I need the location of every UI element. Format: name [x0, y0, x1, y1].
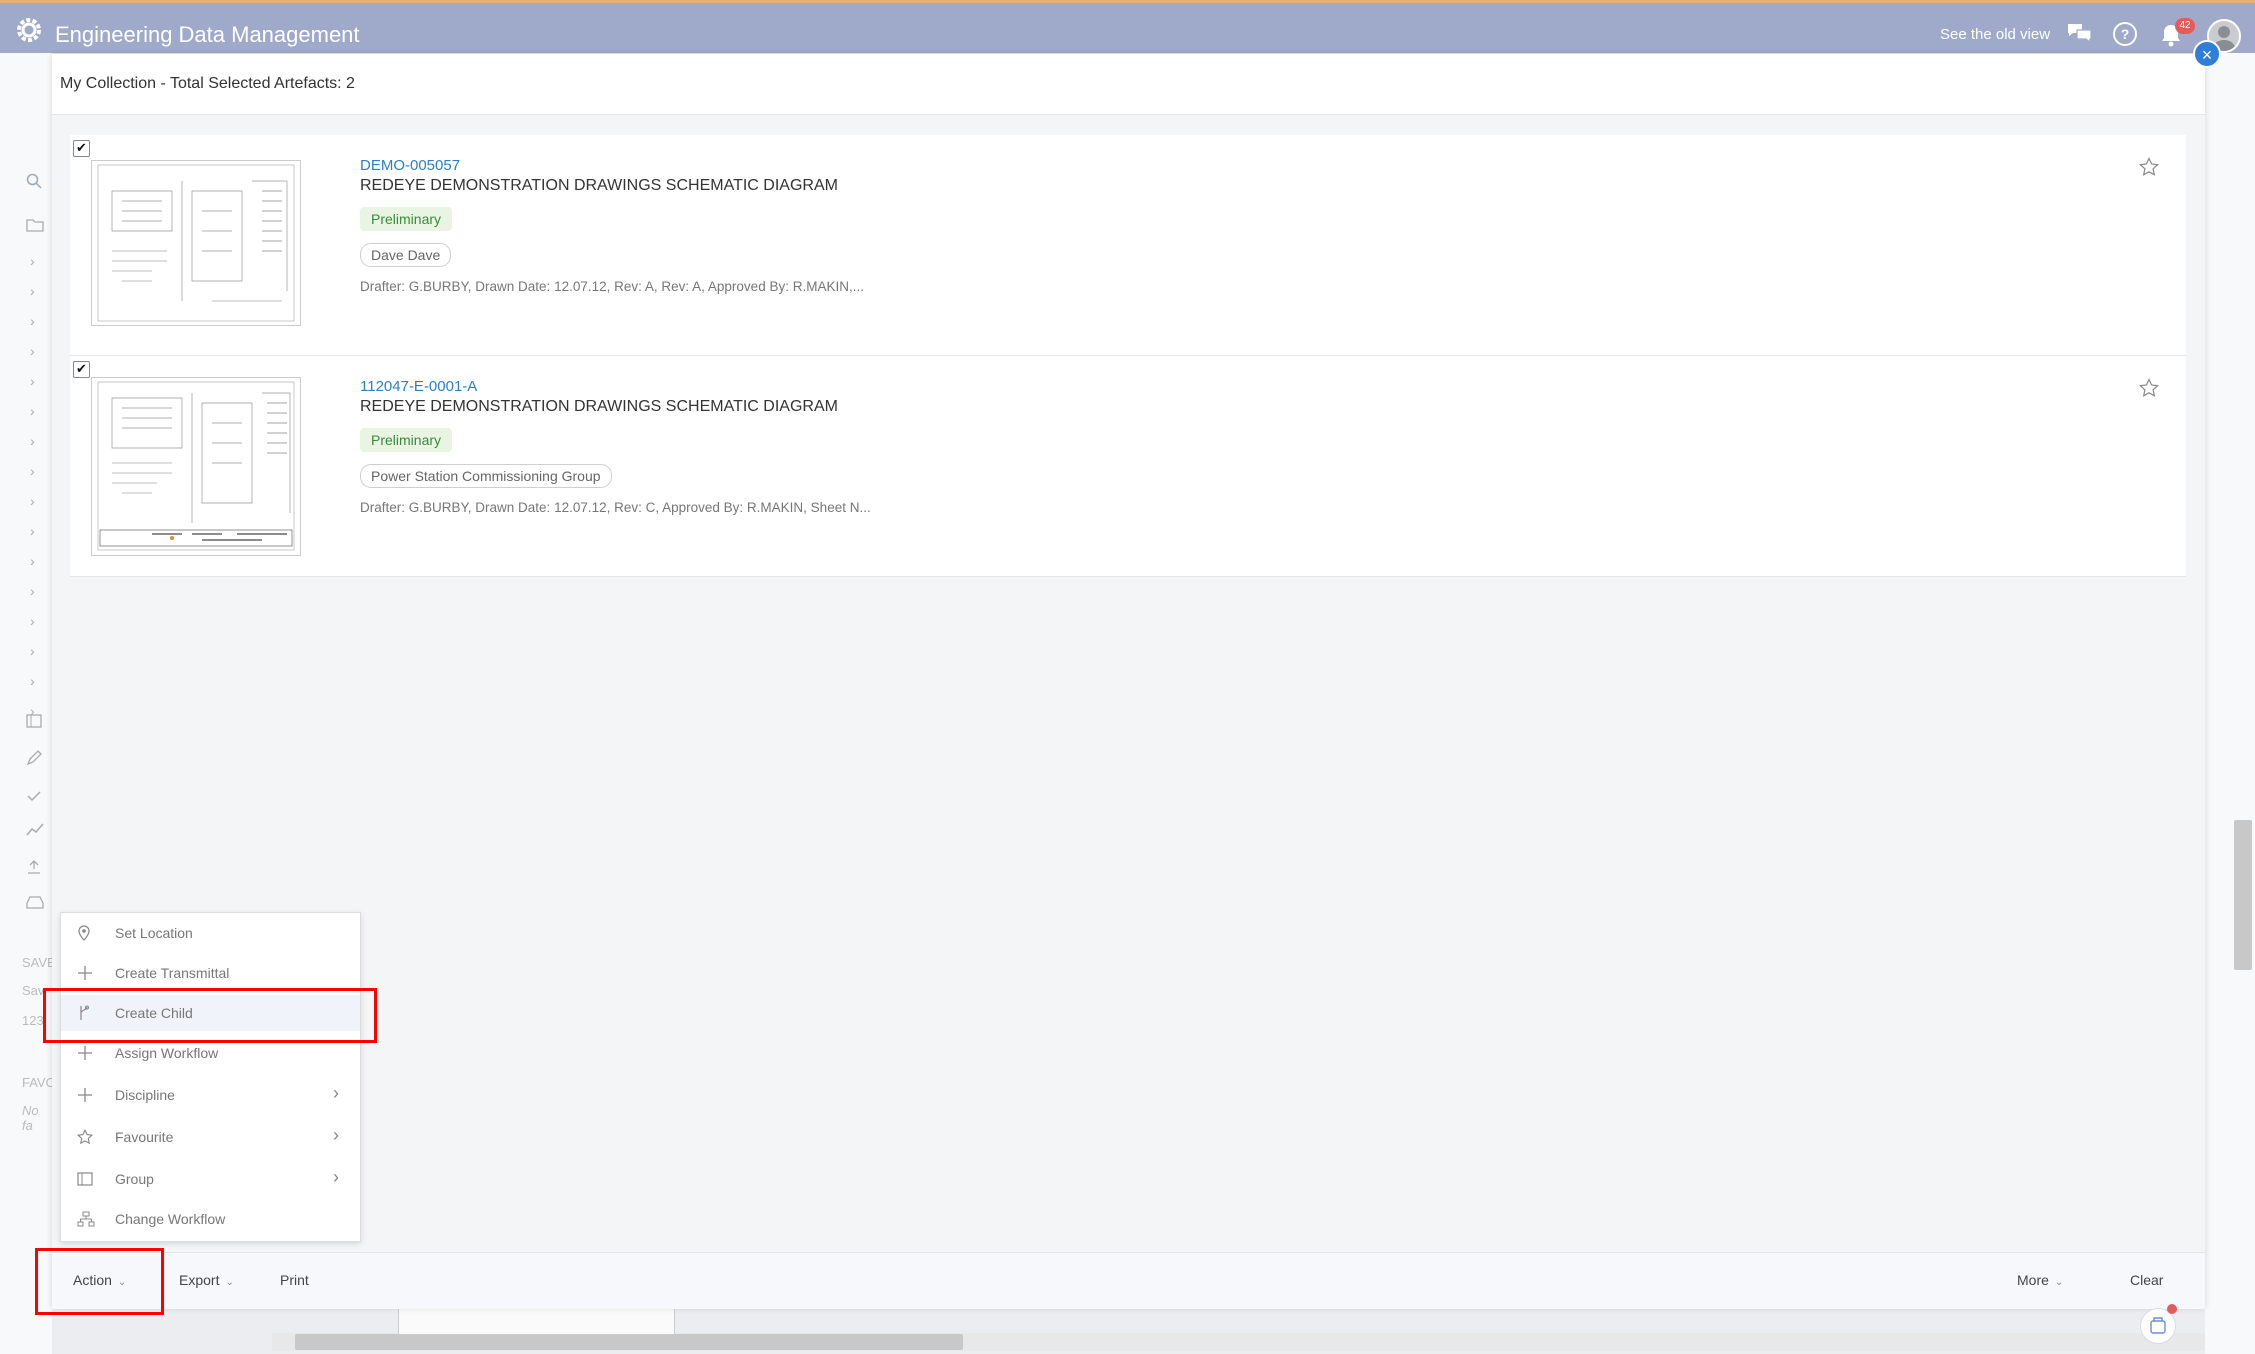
- background-right-edge: [2205, 53, 2255, 1354]
- menu-item-create-transmittal[interactable]: Create Transmittal: [61, 955, 360, 991]
- top-bar: Engineering Data Management See the old …: [0, 0, 2255, 53]
- artefact-card[interactable]: ✔ 112047-E-0001-A REDEYE DEMONSTRATION D…: [70, 356, 2186, 577]
- help-icon[interactable]: ?: [2112, 21, 2138, 47]
- modal-title: My Collection - Total Selected Artefacts…: [60, 75, 355, 92]
- menu-item-set-location[interactable]: Set Location: [61, 915, 360, 951]
- status-badge: Preliminary: [360, 428, 453, 452]
- saved-item-2: 123: [22, 1013, 44, 1028]
- menu-item-label: Group: [115, 1171, 154, 1187]
- favourites-heading: FAVO: [22, 1075, 56, 1090]
- more-dropdown-button[interactable]: More ⌄: [2017, 1272, 2063, 1288]
- export-button-label: Export: [179, 1272, 220, 1288]
- artefact-metadata: Drafter: G.BURBY, Drawn Date: 12.07.12, …: [360, 279, 864, 294]
- collection-count-dot: [2167, 1304, 2177, 1314]
- saved-item: Sav: [22, 983, 45, 998]
- close-modal-button[interactable]: ×: [2193, 40, 2221, 68]
- artefact-title: REDEYE DEMONSTRATION DRAWINGS SCHEMATIC …: [360, 398, 838, 415]
- menu-item-discipline[interactable]: Discipline ›: [61, 1077, 360, 1113]
- notification-badge: 42: [2175, 18, 2195, 34]
- more-button-label: More: [2017, 1272, 2049, 1288]
- clear-button[interactable]: Clear: [2130, 1272, 2163, 1288]
- artefact-checkbox[interactable]: ✔: [73, 361, 90, 378]
- see-old-view-link[interactable]: See the old view: [1940, 26, 2050, 43]
- chart-line-icon: [26, 823, 44, 837]
- favourite-star-icon[interactable]: [2139, 378, 2159, 398]
- artefact-card[interactable]: ✔ DEMO-005057 REDEYE DEMONSTRATION DRAWI…: [70, 135, 2186, 356]
- menu-item-change-workflow[interactable]: Change Workflow: [61, 1201, 360, 1237]
- chevron-down-icon: ⌄: [2054, 1277, 2064, 1288]
- print-button[interactable]: Print: [280, 1272, 309, 1288]
- menu-item-label: Favourite: [115, 1129, 174, 1145]
- group-icon: [77, 1171, 93, 1187]
- gear-logo-icon[interactable]: [14, 15, 44, 45]
- bottom-action-bar: Action ⌄ Export ⌄ Print More ⌄ Clear: [52, 1252, 2205, 1309]
- highlight-create-child: [43, 988, 377, 1043]
- search-icon: [26, 173, 42, 189]
- check-icon: [26, 788, 42, 804]
- horizontal-scrollbar-thumb[interactable]: [295, 1334, 963, 1350]
- group-tag: Power Station Commissioning Group: [360, 464, 612, 488]
- menu-item-label: Create Transmittal: [115, 965, 230, 981]
- background-sidebar: › › › › › › › › › › › › › › › › SAVE Sav 123 FAV…: [0, 53, 56, 1354]
- folder-icon: [26, 218, 44, 232]
- action-dropdown-menu: Set Location Create Transmittal Create C…: [60, 912, 361, 1242]
- chat-icon[interactable]: [2066, 21, 2094, 45]
- artefact-id-link[interactable]: DEMO-005057: [360, 157, 460, 174]
- menu-item-group[interactable]: Group ›: [61, 1161, 360, 1197]
- chevron-right-icon: ›: [333, 1167, 339, 1187]
- status-badge: Preliminary: [360, 207, 453, 231]
- menu-item-favourite[interactable]: Favourite ›: [61, 1119, 360, 1155]
- app-title: Engineering Data Management: [55, 22, 360, 47]
- location-pin-icon: [77, 925, 91, 941]
- chevron-right-icon: ›: [333, 1083, 339, 1103]
- group-tag: Dave Dave: [360, 243, 452, 267]
- highlight-action-button: [35, 1248, 164, 1315]
- menu-item-label: Set Location: [115, 925, 193, 941]
- plus-icon: [77, 1045, 93, 1061]
- drawing-thumbnail[interactable]: [91, 160, 301, 326]
- menu-item-label: Assign Workflow: [115, 1045, 219, 1061]
- artefact-title: REDEYE DEMONSTRATION DRAWINGS SCHEMATIC …: [360, 177, 838, 194]
- background-drawing-preview: [398, 1305, 675, 1335]
- upload-icon: [26, 859, 42, 875]
- book-icon: [26, 713, 42, 729]
- menu-item-label: Discipline: [115, 1087, 175, 1103]
- menu-item-label: Change Workflow: [115, 1211, 226, 1227]
- inbox-icon: [26, 895, 44, 909]
- chevron-right-icon: ›: [333, 1125, 339, 1145]
- artefact-checkbox[interactable]: ✔: [73, 140, 90, 157]
- plus-icon: [77, 1087, 93, 1103]
- artefact-metadata: Drafter: G.BURBY, Drawn Date: 12.07.12, …: [360, 500, 871, 515]
- vertical-scrollbar-thumb[interactable]: [2234, 820, 2252, 970]
- svg-text:?: ?: [2121, 26, 2130, 42]
- export-dropdown-button[interactable]: Export ⌄: [179, 1272, 234, 1288]
- saved-section-heading: SAVE: [22, 955, 56, 970]
- workflow-icon: [77, 1211, 95, 1227]
- chevron-down-icon: ⌄: [225, 1277, 234, 1288]
- star-icon: [77, 1129, 93, 1145]
- plus-icon: [77, 965, 93, 981]
- drawing-thumbnail[interactable]: [91, 377, 301, 556]
- pencil-icon: [26, 750, 42, 766]
- favourites-empty-text: No fa: [22, 1103, 39, 1133]
- artefact-id-link[interactable]: 112047-E-0001-A: [360, 378, 477, 395]
- favourite-star-icon[interactable]: [2139, 157, 2159, 177]
- modal-header: My Collection - Total Selected Artefacts…: [52, 54, 2205, 115]
